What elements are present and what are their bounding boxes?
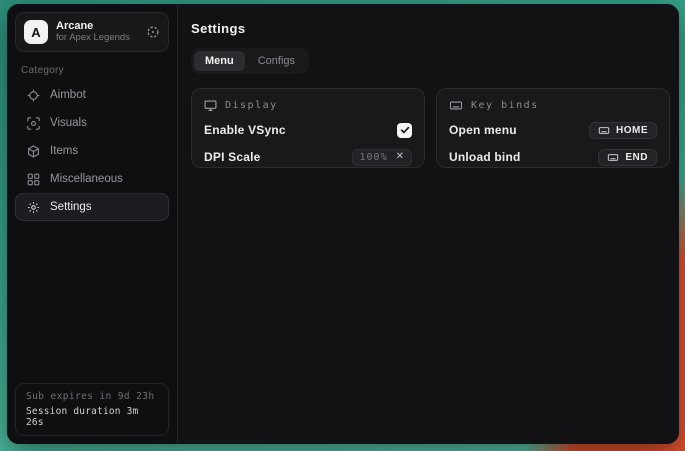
sidebar-item-miscellaneous[interactable]: Miscellaneous	[15, 165, 169, 193]
app-window: A Arcane for Apex Legends Category	[7, 4, 679, 444]
gear-icon	[26, 201, 40, 214]
dpi-scale-value: 100%	[360, 152, 388, 163]
sidebar-item-aimbot[interactable]: Aimbot	[15, 81, 169, 109]
keybinds-card-header: Key binds	[449, 99, 657, 112]
dpi-scale-input[interactable]: 100% ✕	[352, 149, 412, 166]
settings-cards: Display Enable VSync DPI Scale 100% ✕	[191, 88, 670, 168]
sidebar-item-settings[interactable]: Settings	[15, 193, 169, 221]
sidebar-item-items[interactable]: Items	[15, 137, 169, 165]
category-label: Category	[21, 65, 163, 76]
unload-key: END	[625, 152, 648, 163]
app-logo: A	[24, 20, 48, 44]
monitor-icon	[204, 99, 217, 112]
setting-row-unload-bind: Unload bind END	[449, 148, 657, 166]
open-menu-key: HOME	[616, 125, 648, 136]
page-title: Settings	[191, 21, 670, 36]
display-card-header: Display	[204, 99, 412, 112]
main-content: Settings Menu Configs Display E	[178, 4, 679, 444]
sidebar-item-visuals[interactable]: Visuals	[15, 109, 169, 137]
crosshair-icon	[26, 89, 40, 102]
sidebar-item-label: Settings	[50, 201, 92, 213]
unload-bind-label: Unload bind	[449, 150, 521, 164]
setting-row-open-menu: Open menu HOME	[449, 121, 657, 139]
sidebar-item-label: Items	[50, 145, 78, 157]
session-duration-text: Session duration 3m 26s	[26, 406, 158, 428]
display-card: Display Enable VSync DPI Scale 100% ✕	[191, 88, 425, 168]
open-menu-keybind-button[interactable]: HOME	[589, 122, 657, 139]
app-meta: Arcane for Apex Legends	[56, 20, 130, 44]
unload-keybind-button[interactable]: END	[598, 149, 657, 166]
app-subtitle: for Apex Legends	[56, 33, 130, 44]
keybinds-card: Key binds Open menu HOME	[436, 88, 670, 168]
setting-row-vsync: Enable VSync	[204, 121, 412, 139]
sub-expires-text: Sub expires in 9d 23h	[26, 391, 158, 402]
app-header-card[interactable]: A Arcane for Apex Legends	[15, 12, 169, 52]
tab-bar: Menu Configs	[191, 48, 309, 74]
grid-icon	[26, 173, 40, 186]
display-card-title: Display	[225, 100, 278, 111]
setting-row-dpi: DPI Scale 100% ✕	[204, 148, 412, 166]
sidebar-item-label: Aimbot	[50, 89, 86, 101]
keyboard-icon	[449, 99, 463, 112]
sidebar-item-label: Miscellaneous	[50, 173, 123, 185]
sidebar-item-label: Visuals	[50, 117, 87, 129]
app-name: Arcane	[56, 20, 130, 33]
tab-configs[interactable]: Configs	[247, 51, 306, 71]
vsync-checkbox[interactable]	[397, 123, 412, 138]
sidebar-nav: Aimbot Visuals Items	[15, 81, 169, 221]
package-icon	[26, 145, 40, 158]
subscription-info-card: Sub expires in 9d 23h Session duration 3…	[15, 383, 169, 436]
eye-scan-icon	[26, 117, 40, 130]
vsync-label: Enable VSync	[204, 123, 286, 137]
keybinds-card-title: Key binds	[471, 100, 539, 111]
open-menu-label: Open menu	[449, 123, 517, 137]
target-icon[interactable]	[146, 25, 160, 39]
keyboard-icon	[598, 125, 610, 136]
close-icon[interactable]: ✕	[396, 152, 404, 162]
tab-menu[interactable]: Menu	[194, 51, 245, 71]
keyboard-icon	[607, 152, 619, 163]
sidebar: A Arcane for Apex Legends Category	[7, 4, 178, 444]
dpi-label: DPI Scale	[204, 150, 261, 164]
